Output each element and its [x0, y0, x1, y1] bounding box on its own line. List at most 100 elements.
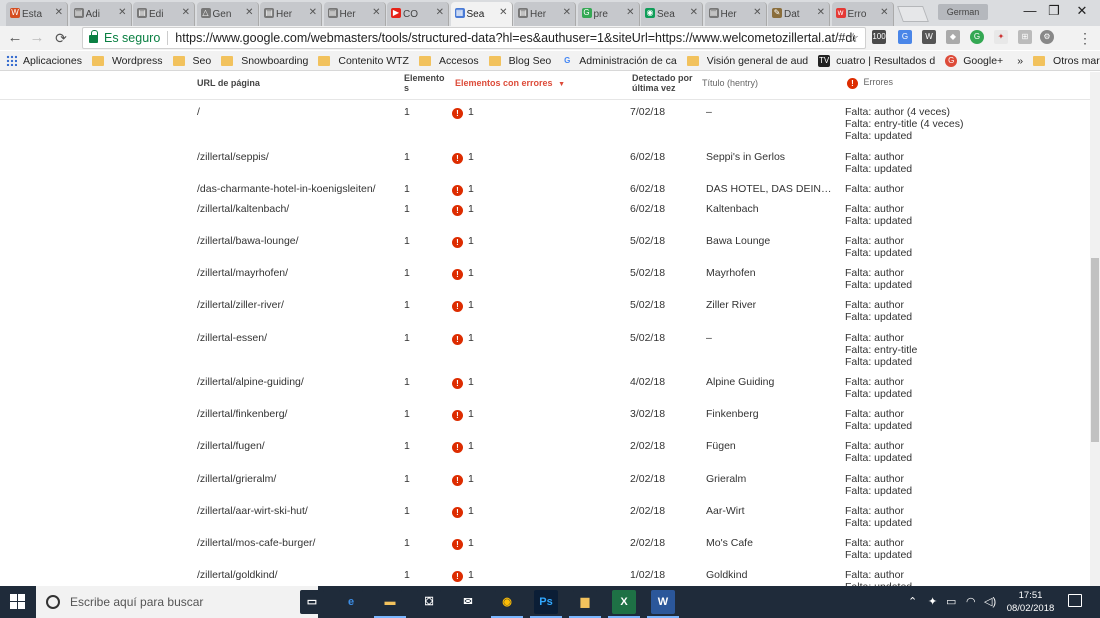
- store-icon[interactable]: ⛋: [417, 590, 441, 614]
- extension-seo-icon[interactable]: 100: [872, 30, 886, 44]
- tab-close-icon[interactable]: ✕: [817, 7, 825, 18]
- tab-close-icon[interactable]: ✕: [436, 7, 444, 18]
- tab-close-icon[interactable]: ✕: [245, 7, 253, 18]
- reload-icon[interactable]: ⟳: [52, 29, 70, 47]
- notifications-icon[interactable]: [1068, 594, 1082, 607]
- header-detected[interactable]: Detectado por última vez: [632, 73, 693, 93]
- menu-kebab-icon[interactable]: ⋮: [1076, 29, 1094, 47]
- address-bar[interactable]: Es seguro https://www.google.com/webmast…: [82, 27, 866, 49]
- dropbox-tray-icon[interactable]: ✦: [928, 595, 937, 608]
- bookmark-item[interactable]: Blog Seo: [488, 55, 551, 67]
- back-icon[interactable]: ←: [6, 29, 24, 47]
- extension-gear-icon[interactable]: ⚙: [1040, 30, 1054, 44]
- wordpress-icon: W: [10, 8, 20, 18]
- new-tab-button[interactable]: [897, 6, 929, 22]
- bookmark-item[interactable]: Aplicaciones: [0, 55, 82, 67]
- tab-close-icon[interactable]: ✕: [563, 7, 571, 18]
- bookmark-item[interactable]: Wordpress: [91, 55, 163, 67]
- scrollbar[interactable]: [1090, 72, 1100, 586]
- taskbar-search-box[interactable]: Escribe aquí para buscar: [36, 586, 318, 618]
- bookmark-star-icon[interactable]: ☆: [847, 30, 859, 46]
- header-url[interactable]: URL de página: [197, 78, 260, 88]
- minimize-icon[interactable]: —: [1020, 3, 1040, 18]
- tab[interactable]: ◉ Sea ✕: [641, 2, 703, 26]
- photoshop-icon[interactable]: Ps: [534, 590, 558, 614]
- tab[interactable]: △ Gen ✕: [196, 2, 259, 26]
- extension-translate-icon[interactable]: G: [898, 30, 912, 44]
- profile-button[interactable]: German: [938, 4, 988, 20]
- bookmark-item[interactable]: Contenito WTZ: [318, 55, 409, 67]
- folder-app-icon[interactable]: ▆: [573, 590, 597, 614]
- other-bookmarks[interactable]: Otros marcadores: [1033, 55, 1100, 67]
- bookmark-item[interactable]: Accesos: [418, 55, 479, 67]
- tab[interactable]: ▶ CO ✕: [387, 2, 449, 26]
- bookmark-item[interactable]: TV cuatro | Resultados d: [818, 54, 935, 67]
- mail-icon[interactable]: ✉: [456, 590, 480, 614]
- tab-close-icon[interactable]: ✕: [182, 7, 190, 18]
- tab[interactable]: W Esta ✕: [6, 2, 68, 26]
- excel-icon[interactable]: X: [612, 590, 636, 614]
- tray-chevron-icon[interactable]: ⌃: [908, 595, 917, 608]
- file-explorer-icon[interactable]: ▬: [378, 590, 402, 614]
- row-url: /zillertal-essen/: [197, 331, 268, 344]
- row-url: /: [197, 106, 200, 118]
- forward-icon[interactable]: →: [28, 29, 46, 47]
- extension-wappalyzer-icon[interactable]: W: [922, 30, 936, 44]
- task-view-icon[interactable]: ▭: [300, 590, 324, 614]
- tab[interactable]: ▤ Her ✕: [260, 2, 322, 26]
- row-elements: 1: [404, 408, 410, 421]
- battery-icon[interactable]: ▭: [946, 595, 956, 608]
- folder-icon: [221, 55, 234, 66]
- tab[interactable]: ▤ Her ✕: [704, 2, 767, 26]
- header-items-with-errors[interactable]: Elementos con errores ▼: [455, 78, 565, 88]
- url-text[interactable]: https://www.google.com/webmasters/tools/…: [175, 31, 855, 45]
- taskbar-clock[interactable]: 17:51 08/02/2018: [1003, 589, 1058, 615]
- tab-close-icon[interactable]: ✕: [118, 7, 126, 18]
- tab-close-icon[interactable]: ✕: [880, 7, 888, 18]
- word-icon[interactable]: W: [651, 590, 675, 614]
- tab-close-icon[interactable]: ✕: [690, 7, 698, 18]
- header-title[interactable]: Título (hentry): [702, 78, 758, 88]
- tab[interactable]: ▤ Edi ✕: [133, 2, 195, 26]
- bookmark-item[interactable]: Seo: [172, 55, 211, 67]
- tab[interactable]: ▤ Adi ✕: [69, 2, 132, 26]
- tab-close-icon[interactable]: ✕: [309, 7, 317, 18]
- tab-label: Sea: [466, 8, 485, 20]
- scrollbar-thumb[interactable]: [1091, 258, 1099, 442]
- bookmark-item[interactable]: Snowboarding: [221, 55, 308, 67]
- extension-dropbox-icon[interactable]: ◆: [946, 30, 960, 44]
- tab-close-icon[interactable]: ✕: [372, 7, 380, 18]
- tab[interactable]: ▤ Her ✕: [514, 2, 576, 26]
- tab[interactable]: w Erro ✕: [831, 2, 894, 26]
- volume-icon[interactable]: ◁): [984, 595, 996, 608]
- bookmark-item[interactable]: G Administración de ca: [561, 55, 677, 67]
- bookmark-item[interactable]: Visión general de aud: [686, 55, 808, 67]
- bookmark-item[interactable]: G Google+: [945, 54, 1003, 67]
- windows-start-icon[interactable]: [10, 594, 26, 610]
- tab[interactable]: ▤ Her ✕: [323, 2, 386, 26]
- edge-icon[interactable]: e: [339, 590, 363, 614]
- extension-pin-icon[interactable]: ✦: [994, 30, 1008, 44]
- row-errors: Falta: author: [845, 183, 904, 195]
- extension-puzzle-icon[interactable]: ⊞: [1018, 30, 1032, 44]
- tab-close-icon[interactable]: ✕: [499, 7, 507, 18]
- close-window-icon[interactable]: ✕: [1072, 3, 1092, 19]
- tab-label: Her: [276, 8, 293, 20]
- header-errors[interactable]: ! Errores: [847, 77, 893, 89]
- wifi-icon[interactable]: ◠: [966, 595, 976, 608]
- error-icon: !: [452, 378, 463, 389]
- secure-indicator[interactable]: Es seguro: [83, 30, 160, 45]
- tab-close-icon[interactable]: ✕: [55, 7, 63, 18]
- tab-strip: W Esta ✕ ▤ Adi ✕ ▤ Edi ✕ △ Gen ✕ ▤ Her ✕ ▤ Her ✕ ▶ CO ✕ ▦ Sea ✕…: [0, 0, 1100, 26]
- bookmarks-overflow-button[interactable]: »: [1017, 55, 1023, 67]
- tab[interactable]: ▦ Sea ✕: [450, 2, 513, 26]
- tab-close-icon[interactable]: ✕: [753, 7, 761, 18]
- restore-icon[interactable]: ❐: [1044, 3, 1064, 19]
- tab[interactable]: ✎ Dat ✕: [768, 2, 830, 26]
- chrome-icon[interactable]: ◉: [495, 590, 519, 614]
- structured-data-table: URL de página Elemento s Elementos con e…: [0, 72, 1090, 586]
- extension-grammarly-icon[interactable]: G: [970, 30, 984, 44]
- tab-close-icon[interactable]: ✕: [626, 7, 634, 18]
- tab[interactable]: Gpre ✕: [577, 2, 640, 26]
- header-elements[interactable]: Elemento s: [404, 73, 445, 93]
